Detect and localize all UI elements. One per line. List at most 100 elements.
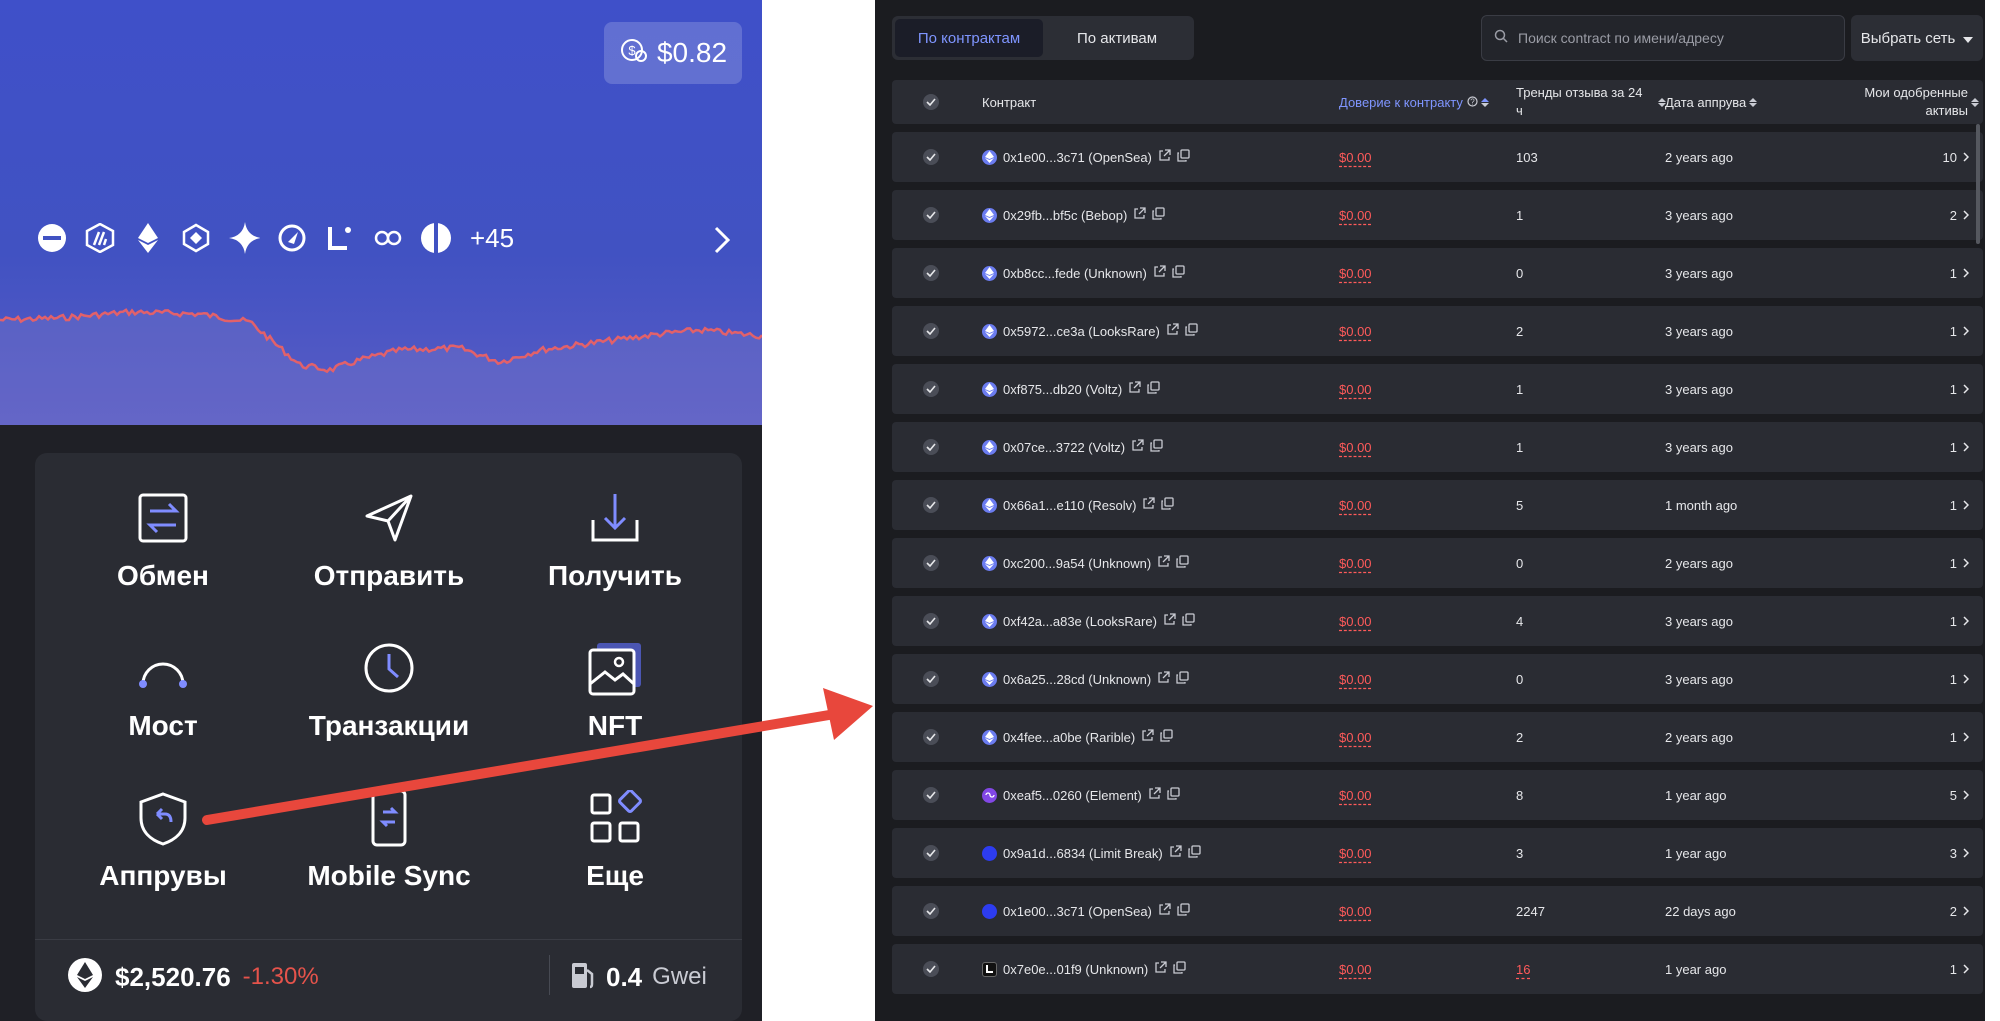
select-all-checkbox[interactable]: [923, 80, 939, 124]
trust-value[interactable]: $0.00: [1339, 886, 1372, 936]
row-checkbox[interactable]: [923, 538, 939, 588]
copy-icon[interactable]: [1176, 671, 1189, 687]
mobile-sync-action[interactable]: Mobile Sync: [289, 788, 489, 908]
approved-assets-count[interactable]: 1: [1950, 364, 1970, 414]
table-row[interactable]: 0x5972...ce3a (LooksRare) $0.00 2 3 years a…: [892, 306, 1983, 356]
copy-icon[interactable]: [1152, 207, 1165, 223]
row-checkbox[interactable]: [923, 596, 939, 646]
table-row[interactable]: 0x9a1d...6834 (Limit Break) $0.00 3 1 year …: [892, 828, 1983, 878]
trust-value[interactable]: $0.00: [1339, 770, 1372, 820]
approved-assets-count[interactable]: 1: [1950, 422, 1970, 472]
copy-icon[interactable]: [1167, 787, 1180, 803]
search-input[interactable]: [1518, 30, 1818, 46]
external-link-icon[interactable]: [1158, 149, 1171, 165]
balance-button[interactable]: $ $0.82: [604, 22, 742, 84]
table-row[interactable]: 0x4fee...a0be (Rarible) $0.00 2 2 years ago…: [892, 712, 1983, 762]
chain-list[interactable]: +45: [36, 222, 514, 254]
row-checkbox[interactable]: [923, 654, 939, 704]
table-row[interactable]: 0x29fb...bf5c (Bebop) $0.00 1 3 years ago 2: [892, 190, 1983, 240]
eth-price-row[interactable]: $2,520.76 -1.30%: [67, 953, 319, 1001]
row-checkbox[interactable]: [923, 886, 939, 936]
table-row[interactable]: 0x6a25...28cd (Unknown) $0.00 0 3 years ago…: [892, 654, 1983, 704]
copy-icon[interactable]: [1176, 555, 1189, 571]
external-link-icon[interactable]: [1157, 555, 1170, 571]
chevron-right-icon[interactable]: [708, 222, 736, 258]
copy-icon[interactable]: [1160, 729, 1173, 745]
table-row[interactable]: 0x1e00...3c71 (OpenSea) $0.00 103 2 years a…: [892, 132, 1983, 182]
external-link-icon[interactable]: [1163, 613, 1176, 629]
approved-assets-count[interactable]: 1: [1950, 654, 1970, 704]
chains-more-count[interactable]: +45: [470, 223, 514, 254]
external-link-icon[interactable]: [1169, 845, 1182, 861]
approved-assets-count[interactable]: 1: [1950, 944, 1970, 994]
external-link-icon[interactable]: [1158, 903, 1171, 919]
table-row[interactable]: 0x1e00...3c71 (OpenSea) $0.00 2247 22 days …: [892, 886, 1983, 936]
more-action[interactable]: Еще: [515, 788, 715, 908]
approved-assets-count[interactable]: 1: [1950, 538, 1970, 588]
external-link-icon[interactable]: [1142, 497, 1156, 513]
transactions-action[interactable]: Транзакции: [289, 638, 489, 758]
external-link-icon[interactable]: [1133, 207, 1146, 223]
external-link-icon[interactable]: [1131, 439, 1144, 455]
approved-assets-count[interactable]: 10: [1943, 132, 1970, 182]
copy-icon[interactable]: [1173, 961, 1186, 977]
copy-icon[interactable]: [1177, 903, 1190, 919]
approved-assets-count[interactable]: 1: [1950, 248, 1970, 298]
table-row[interactable]: 0xc200...9a54 (Unknown) $0.00 0 2 years ago…: [892, 538, 1983, 588]
row-checkbox[interactable]: [923, 712, 939, 762]
trust-value[interactable]: $0.00: [1339, 828, 1372, 878]
row-checkbox[interactable]: [923, 770, 939, 820]
trust-value[interactable]: $0.00: [1339, 306, 1372, 356]
row-checkbox[interactable]: [923, 944, 939, 994]
scrollbar[interactable]: [1976, 124, 1980, 244]
trust-value[interactable]: $0.00: [1339, 596, 1372, 646]
sort-icon[interactable]: [1971, 97, 1979, 107]
table-row[interactable]: 0xb8cc...fede (Unknown) $0.00 0 3 years ago…: [892, 248, 1983, 298]
copy-icon[interactable]: [1185, 323, 1198, 339]
nft-action[interactable]: NFT: [515, 638, 715, 758]
approved-assets-count[interactable]: 1: [1950, 480, 1970, 530]
approved-assets-count[interactable]: 1: [1950, 306, 1970, 356]
external-link-icon[interactable]: [1157, 671, 1170, 687]
search-box[interactable]: [1481, 15, 1845, 61]
network-select[interactable]: Выбрать сеть: [1851, 15, 1983, 61]
external-link-icon[interactable]: [1154, 961, 1167, 977]
row-checkbox[interactable]: [923, 364, 939, 414]
trust-value[interactable]: $0.00: [1339, 190, 1372, 240]
table-row[interactable]: 0xf875...db20 (Voltz) $0.00 1 3 years ago 1: [892, 364, 1983, 414]
copy-icon[interactable]: [1188, 845, 1201, 861]
send-action[interactable]: Отправить: [289, 488, 489, 608]
approvals-action[interactable]: Аппрувы: [63, 788, 263, 908]
row-checkbox[interactable]: [923, 480, 939, 530]
table-row[interactable]: 0xeaf5...0260 (Element) $0.00 8 1 year ago 5: [892, 770, 1983, 820]
table-row[interactable]: 0x07ce...3722 (Voltz) $0.00 1 3 years ago 1: [892, 422, 1983, 472]
bridge-action[interactable]: Мост: [63, 638, 263, 758]
copy-icon[interactable]: [1161, 497, 1175, 513]
trust-value[interactable]: $0.00: [1339, 712, 1372, 762]
receive-action[interactable]: Получить: [515, 488, 715, 608]
row-checkbox[interactable]: [923, 828, 939, 878]
external-link-icon[interactable]: [1153, 265, 1166, 281]
external-link-icon[interactable]: [1141, 729, 1154, 745]
copy-icon[interactable]: [1147, 381, 1160, 397]
tab-by-contracts[interactable]: По контрактам: [895, 19, 1043, 57]
help-circle-icon[interactable]: ?: [1467, 95, 1478, 110]
copy-icon[interactable]: [1172, 265, 1185, 281]
external-link-icon[interactable]: [1128, 381, 1141, 397]
external-link-icon[interactable]: [1148, 787, 1161, 803]
approved-assets-count[interactable]: 1: [1950, 712, 1970, 762]
approved-assets-count[interactable]: 5: [1950, 770, 1970, 820]
trust-value[interactable]: $0.00: [1339, 538, 1372, 588]
trust-value[interactable]: $0.00: [1339, 654, 1372, 704]
table-row[interactable]: 0x66a1...e110 (Resolv) $0.00 5 1 month ago 1: [892, 480, 1983, 530]
external-link-icon[interactable]: [1166, 323, 1179, 339]
sort-icon[interactable]: [1749, 97, 1758, 107]
row-checkbox[interactable]: [923, 422, 939, 472]
column-date[interactable]: Дата аппрува: [1665, 80, 1758, 124]
copy-icon[interactable]: [1177, 149, 1190, 165]
trust-value[interactable]: $0.00: [1339, 944, 1372, 994]
gas-price-row[interactable]: 0.4 Gwei: [570, 953, 707, 1001]
copy-icon[interactable]: [1150, 439, 1163, 455]
swap-action[interactable]: Обмен: [63, 488, 263, 608]
tab-by-assets[interactable]: По активам: [1043, 19, 1191, 57]
